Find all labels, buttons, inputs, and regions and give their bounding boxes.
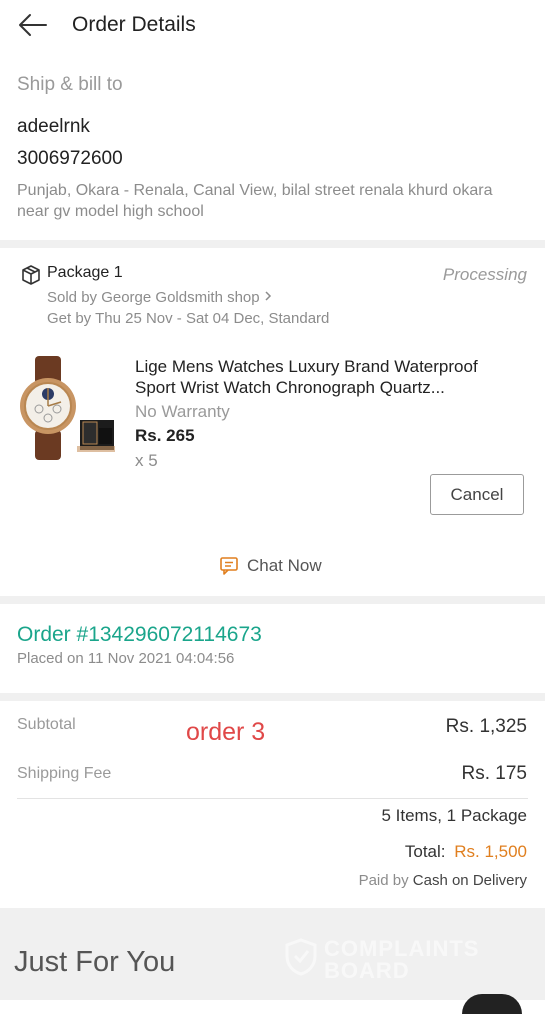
payment-method: Cash on Delivery [412, 872, 527, 889]
complaints-board-watermark: COMPLAINTS BOARD [284, 936, 499, 983]
seller-link[interactable]: Sold by George Goldsmith shop [47, 289, 272, 306]
order-placed-date: Placed on 11 Nov 2021 04:04:56 [17, 650, 235, 667]
total-value: Rs. 1,500 [454, 842, 527, 861]
package-title: Package 1 [47, 264, 123, 281]
product-warranty: No Warranty [135, 402, 230, 421]
subtotal-label: Subtotal [17, 716, 76, 733]
package-box-icon [20, 264, 42, 286]
total-row: Total: Rs. 1,500 [405, 842, 527, 862]
product-image[interactable] [17, 354, 117, 460]
arrow-left-icon [19, 14, 47, 36]
cancel-button[interactable]: Cancel [430, 474, 524, 515]
ship-bill-section: Ship & bill to adeelrnk 3006972600 Punja… [17, 74, 528, 220]
chat-icon [219, 556, 239, 576]
order-number: Order #134296072114673 [17, 623, 262, 646]
annotation-text: order 3 [186, 718, 266, 746]
payment-method-row: Paid by Cash on Delivery [359, 872, 527, 889]
floating-button-edge[interactable] [462, 994, 522, 1014]
chevron-right-icon [264, 289, 272, 306]
shipping-fee-value: Rs. 175 [461, 763, 527, 784]
chat-now-button[interactable]: Chat Now [219, 556, 322, 576]
package-status: Processing [442, 265, 527, 284]
recipient-name: adeelrnk [17, 116, 90, 137]
ship-bill-heading: Ship & bill to [17, 74, 123, 95]
total-label: Total: [404, 842, 446, 861]
paid-by-label: Paid by [358, 872, 409, 889]
page-title: Order Details [72, 13, 196, 36]
section-divider [0, 240, 545, 248]
shipping-fee-label: Shipping Fee [17, 765, 112, 782]
chat-now-label: Chat Now [247, 556, 322, 575]
watermark-line2: BOARD [324, 958, 410, 983]
product-quantity: x 5 [135, 451, 158, 470]
recipient-address: Punjab, Okara - Renala, Canal View, bila… [17, 182, 493, 220]
product-name[interactable]: Lige Mens Watches Luxury Brand Waterproo… [135, 356, 515, 398]
subtotal-value: Rs. 1,325 [445, 716, 527, 737]
delivery-estimate: Get by Thu 25 Nov - Sat 04 Dec, Standard [47, 310, 330, 327]
summary-divider [17, 798, 528, 799]
recipient-phone: 3006972600 [17, 148, 123, 169]
app-header: Order Details [0, 0, 545, 52]
product-price: Rs. 265 [135, 426, 195, 445]
section-divider [0, 596, 545, 604]
back-button[interactable] [16, 10, 50, 40]
section-divider [0, 693, 545, 701]
just-for-you-title: Just For You [14, 946, 176, 978]
shield-icon [285, 938, 317, 976]
seller-label: Sold by George Goldsmith shop [47, 289, 260, 306]
items-packages-count: 5 Items, 1 Package [381, 806, 527, 825]
